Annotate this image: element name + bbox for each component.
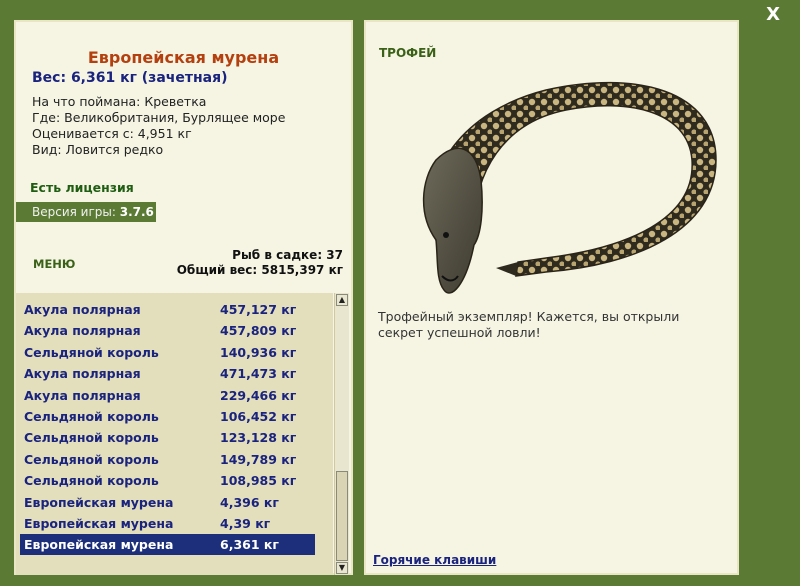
scroll-down-button[interactable]: ▼ (336, 562, 348, 574)
catch-fish-weight: 6,361 кг (220, 537, 279, 553)
catch-list-row[interactable]: Акула полярная 457,809 кг (20, 320, 315, 341)
catch-fish-weight: 123,128 кг (220, 430, 297, 446)
catch-fish-name: Акула полярная (24, 387, 141, 403)
catch-fish-name: Акула полярная (24, 323, 141, 339)
scroll-up-button[interactable]: ▲ (336, 294, 348, 306)
catch-fish-weight: 106,452 кг (220, 409, 297, 424)
trophy-panel: ТРОФЕЙ Трофейный экземпляр! Кажется, вы … (364, 20, 739, 575)
catch-list-row[interactable]: Европейская мурена 4,39 кг (20, 513, 315, 534)
catch-fish-name: Сельдяной король (24, 344, 159, 360)
cage-total-weight: Общий вес: 5815,397 кг (176, 263, 343, 277)
catch-list-row[interactable]: Акула полярная 471,473 кг (20, 363, 315, 384)
catch-fish-weight: 457,127 кг (220, 302, 297, 317)
cage-summary: Рыб в садке: 37 Общий вес: 5815,397 кг (177, 248, 343, 278)
trophy-message: Трофейный экземпляр! Кажется, вы открыли… (378, 309, 680, 340)
catch-fish-weight: 457,809 кг (220, 323, 297, 339)
catch-fish-name: Сельдяной король (24, 409, 159, 424)
valuation-info: Оценивается с: 4,951 кг (32, 126, 192, 141)
catch-fish-weight: 4,396 кг (220, 494, 279, 510)
catch-fish-name: Сельдяной король (24, 451, 159, 467)
version-bar: Версия игры: 3.7.6 (16, 202, 156, 222)
catch-fish-weight: 471,473 кг (220, 366, 297, 382)
catch-list-row[interactable]: Сельдяной король 149,789 кг (20, 449, 315, 470)
hotkeys-link[interactable]: Горячие клавиши (373, 553, 496, 567)
scroll-thumb[interactable] (336, 471, 348, 561)
catch-list[interactable]: Акула полярная 457,127 кг Акула полярная 45… (16, 293, 333, 575)
moray-eel-image (396, 50, 731, 310)
catch-fish-name: Акула полярная (24, 366, 141, 382)
rarity-info: Вид: Ловится редко (32, 142, 164, 157)
catch-list-scrollbar[interactable]: ▲ ▼ (334, 293, 349, 575)
location-info: Где: Великобритания, Бурлящее море (32, 110, 286, 125)
catch-fish-weight: 108,985 кг (220, 473, 297, 489)
catch-list-row[interactable]: Сельдяной король 140,936 кг (20, 342, 315, 363)
version-value: 3.7.6 (119, 205, 154, 219)
catch-fish-name: Европейская мурена (24, 494, 174, 510)
fish-name: Европейская мурена (87, 48, 280, 67)
catch-fish-name: Европейская мурена (24, 516, 174, 531)
catch-list-row[interactable]: Европейская мурена 6,361 кг (20, 534, 315, 556)
catch-fish-name: Сельдяной король (24, 473, 159, 489)
bait-info: На что поймана: Креветка (32, 94, 207, 109)
catch-fish-name: Европейская мурена (24, 537, 174, 553)
version-label: Версия игры: (32, 205, 116, 219)
catch-list-row[interactable]: Европейская мурена 4,396 кг (20, 492, 315, 513)
catch-list-row[interactable]: Сельдяной король 108,985 кг (20, 470, 315, 491)
catch-list-row[interactable]: Акула полярная 457,127 кг (20, 299, 315, 320)
catch-fish-weight: 4,39 кг (220, 516, 271, 531)
catch-fish-name: Сельдяной король (24, 430, 159, 446)
close-button[interactable]: X (766, 3, 780, 27)
catch-list-row[interactable]: Сельдяной король 106,452 кг (20, 406, 315, 427)
catch-fish-weight: 140,936 кг (220, 344, 297, 360)
catch-list-row[interactable]: Сельдяной король 123,128 кг (20, 427, 315, 448)
catch-fish-name: Акула полярная (24, 302, 141, 317)
menu-button[interactable]: МЕНЮ (33, 257, 75, 271)
catch-fish-weight: 229,466 кг (220, 387, 297, 403)
catch-fish-weight: 149,789 кг (220, 451, 297, 467)
fish-weight: Вес: 6,361 кг (зачетная) (32, 70, 228, 86)
fish-info-panel: Европейская мурена Вес: 6,361 кг (зачетн… (14, 20, 353, 575)
cage-count: Рыб в садке: 37 (232, 248, 343, 262)
catch-list-row[interactable]: Акула полярная 229,466 кг (20, 385, 315, 406)
license-status: Есть лицензия (30, 180, 134, 195)
